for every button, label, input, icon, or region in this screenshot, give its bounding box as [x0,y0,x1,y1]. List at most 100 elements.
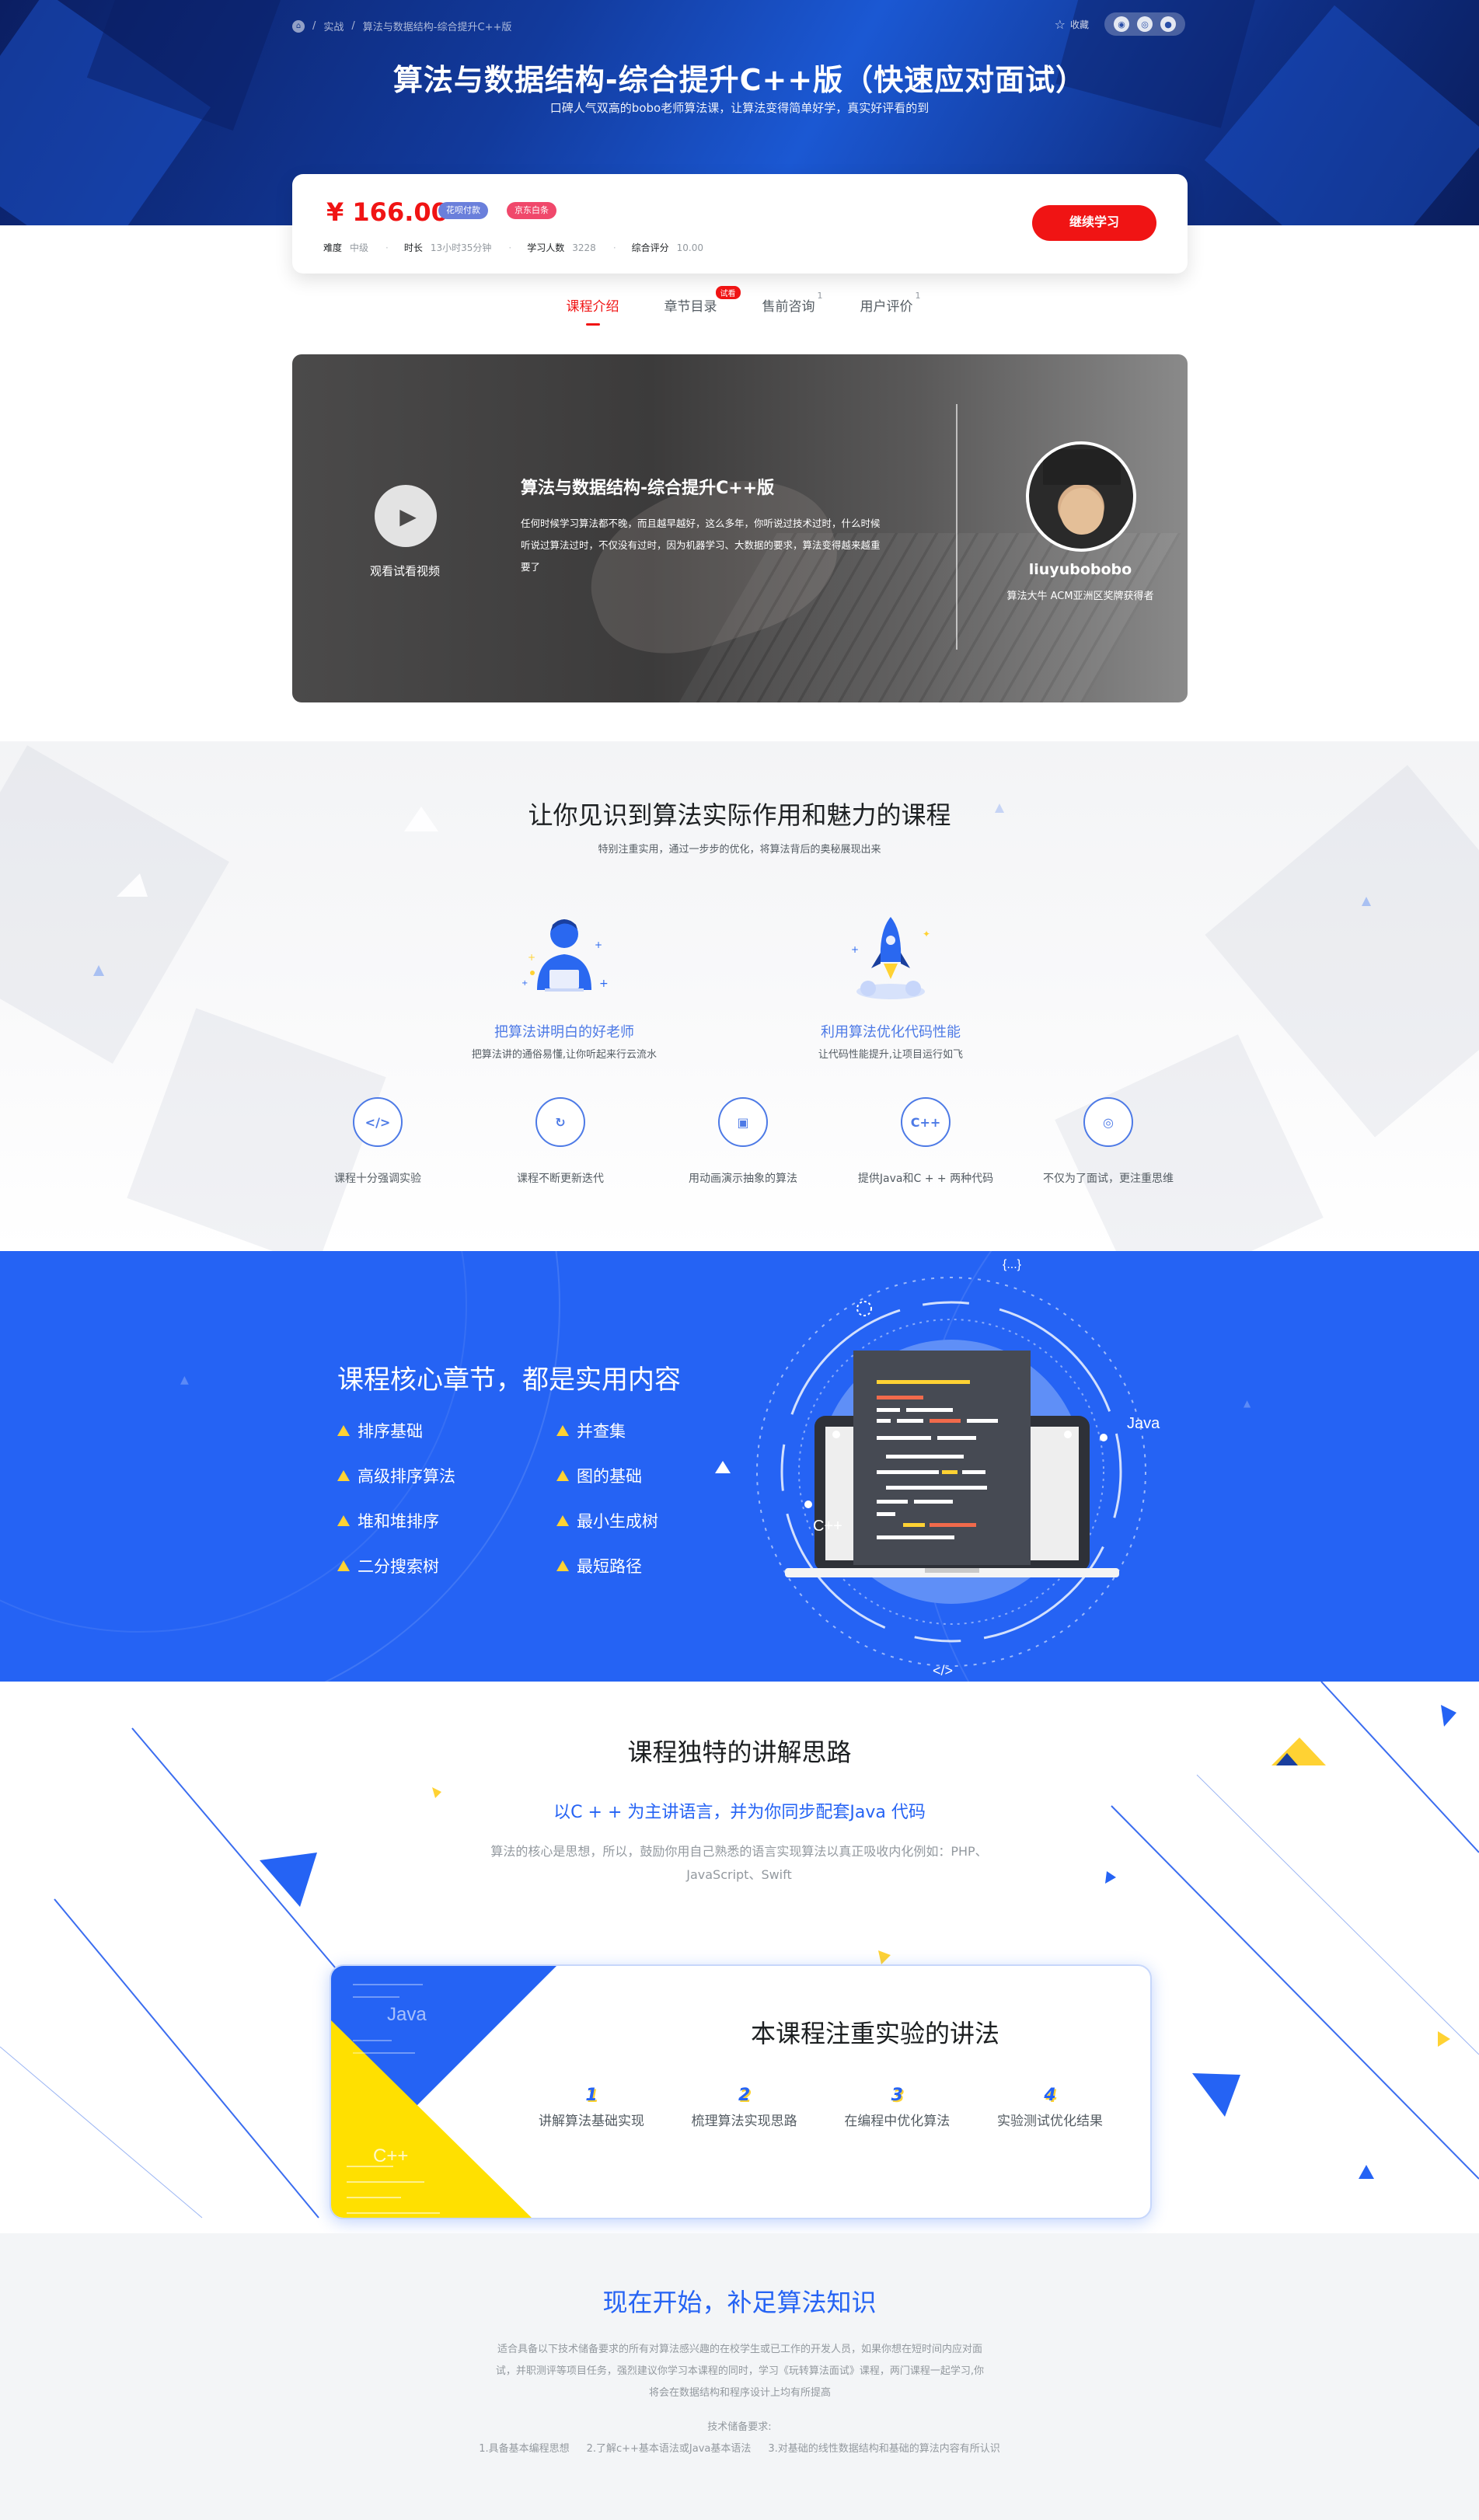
cpp-label: C++ [373,2145,408,2166]
step-label: 在编程中优化算法 [844,2114,951,2129]
java-label: Java [387,2004,427,2025]
teacher-name[interactable]: liuyubobobo [987,561,1174,578]
svg-text:▲: ▲ [180,1374,189,1386]
card-title: 本课程注重实验的讲法 [750,2019,999,2048]
feature-teacher: + + + + 把算法讲明白的好老师 把算法讲的通俗易懂,让你听起来行云流水 [440,914,689,1061]
method-subtitle: 以C + + 为主讲语言，并为你同步配套Java 代码 [553,1803,926,1822]
tab-chapters[interactable]: 章节目录 试看 [665,286,741,326]
feature-item: C++ 提供Java和C + + 两种代码 [848,1097,1003,1186]
course-meta: 难度 中级 · 时长 13小时35分钟 · 学习人数 3228 · 综合评分 1… [323,242,704,254]
small-features: </> 课程十分强调实验 ↻ 课程不断更新迭代 ▣ 用动画演示抽象的算法 C++… [300,1097,1186,1186]
step-label: 梳理算法实现思路 [691,2114,797,2129]
step-number: 1 [585,2086,598,2105]
svg-text:+: + [595,939,602,950]
method-section: 课程独特的讲解思路 以C + + 为主讲语言，并为你同步配套Java 代码 算法… [0,1682,1479,2233]
breadcrumb-item[interactable]: 实战 [323,19,344,33]
course-price: ¥ 166.00 [326,197,448,227]
tab-reviews[interactable]: 用户评价 1 [860,291,921,326]
meta-value: 10.00 [676,242,704,253]
tab-consult[interactable]: 售前咨询 1 [762,291,823,326]
feature-item: ◎ 不仅为了面试，更注重思维 [1031,1097,1186,1186]
huabei-tag: 花呗付款 [438,202,488,219]
meta-value: 中级 [350,242,369,253]
qq-icon[interactable]: ● [1160,16,1176,32]
divider [956,404,958,650]
film-icon: ▣ [718,1097,768,1147]
hero-tools: ☆ 收藏 ◉ ◎ ● [1055,12,1185,36]
step-label: 讲解算法基础实现 [539,2114,644,2129]
features-subtitle: 特别注重实用，通过一步步的优化，将算法背后的奥秘展现出来 [598,844,881,856]
feature-label: 课程十分强调实验 [334,1173,421,1185]
step-number: 3 [891,2086,903,2105]
svg-text:+: + [521,979,528,988]
chapter-item: 堆和堆排序 [337,1509,556,1532]
tab-intro[interactable]: 课程介绍 [567,295,619,326]
share-pill: ◉ ◎ ● [1104,12,1185,36]
core-title: 课程核心章节，都是实用内容 [337,1365,681,1396]
step-label: 实验测试优化结果 [996,2114,1103,2129]
triangle-bullet-icon [556,1515,569,1526]
feature-title: 利用算法优化代码性能 [821,1024,961,1040]
weibo-icon[interactable]: ◎ [1137,16,1153,32]
step-item: 2 梳理算法实现思路 [671,2086,818,2129]
rocket-icon: + ✦ [840,914,941,1007]
background-triangle [117,873,148,897]
feature-label: 用动画演示抽象的算法 [689,1173,797,1185]
course-title: 算法与数据结构-综合提升C++版（快速应对面试） [392,63,1087,97]
features-title: 让你见识到算法实际作用和魅力的课程 [528,800,951,830]
meta-value: 13小时35分钟 [430,242,492,253]
requirement-item: 2.了解c++基本语法或Java基本语法 [586,2443,752,2455]
triangle-bullet-icon [337,1515,350,1526]
feature-desc: 让代码性能提升,让项目运行如飞 [818,1049,964,1061]
meta-key: 时长 [403,242,423,253]
code-label: </> [933,1663,953,1678]
svg-text:+: + [528,952,535,963]
breadcrumb-item: 算法与数据结构-综合提升C++版 [362,22,512,33]
method-description: 算法的核心是思想，所以，鼓励你用自己熟悉的语言实现算法以真正吸收内化例如：PHP… [490,1844,988,1882]
meta-value: 3228 [572,242,596,253]
continue-study-button[interactable]: 继续学习 [1032,205,1156,241]
meta-key: 学习人数 [527,242,565,253]
background-triangle [1362,897,1371,906]
price-card: ¥ 166.00 花呗付款 京东白条 难度 中级 · 时长 13小时35分钟 ·… [292,174,1188,274]
favorite-label: 收藏 [1069,19,1089,30]
teacher-avatar[interactable] [1026,441,1136,552]
svg-text:+: + [599,978,609,990]
chapter-item: 二分搜索树 [337,1554,556,1577]
laptop-code-illustration: C++ Java </> {...} [715,1258,1160,1678]
triangle-bullet-icon [556,1425,569,1436]
triangle-bullet-icon [556,1470,569,1481]
core-chapters-section: ▲ ▲ 课程核心章节，都是实用内容 排序基础 并查集 高级排序算法 图的基础 堆… [0,1251,1479,1682]
video-description: 任何时候学习算法都不晚，而且越早越好，这么多年，你听说过技术过时，什么时候听说过… [521,518,881,573]
cpp-label: C++ [813,1518,842,1535]
baitiao-tag: 京东白条 [507,202,556,219]
wechat-icon[interactable]: ◉ [1114,16,1129,32]
method-steps: 1 讲解算法基础实现 2 梳理算法实现思路 3 在编程中优化算法 4 实验测试优… [518,2086,1124,2129]
play-icon[interactable]: ▶ [375,485,437,547]
features-section: 让你见识到算法实际作用和魅力的课程 特别注重实用，通过一步步的优化，将算法背后的… [0,741,1479,1251]
trial-badge: 试看 [715,286,741,299]
cpp-icon: C++ [901,1097,951,1147]
home-icon[interactable]: ⌂ [292,19,305,33]
svg-text:▲: ▲ [1244,1398,1251,1409]
intro-video-panel: ▶ 观看试看视频 算法与数据结构-综合提升C++版 任何时候学习算法都不晚，而且… [292,354,1188,702]
code-icon: </> [353,1097,403,1147]
step-number: 4 [1044,2086,1056,2105]
feature-item: ▣ 用动画演示抽象的算法 [665,1097,821,1186]
play-label[interactable]: 观看试看视频 [370,563,440,579]
feature-label: 提供Java和C + + 两种代码 [857,1173,994,1185]
star-icon: ☆ [1054,16,1066,32]
step-item: 3 在编程中优化算法 [823,2086,971,2129]
breadcrumb: ⌂ / 实战 / 算法与数据结构-综合提升C++版 [292,19,511,33]
teacher-icon: + + + + [514,914,615,1007]
favorite-button[interactable]: ☆ 收藏 [1055,17,1089,32]
java-label: Java [1127,1415,1160,1432]
teacher-title: 算法大牛 ACM亚洲区奖牌获得者 [1006,591,1154,602]
meta-key: 难度 [323,242,343,253]
feature-desc: 把算法讲的通俗易懂,让你听起来行云流水 [471,1049,658,1061]
triangle-bullet-icon [337,1470,350,1481]
step-number: 2 [738,2086,751,2105]
start-section: 现在开始，补足算法知识 适合具备以下技术储备要求的所有对算法感兴趣的在校学生或已… [0,2233,1479,2520]
lightbulb-icon: ◎ [1083,1097,1133,1147]
chapter-item: 高级排序算法 [337,1464,556,1487]
